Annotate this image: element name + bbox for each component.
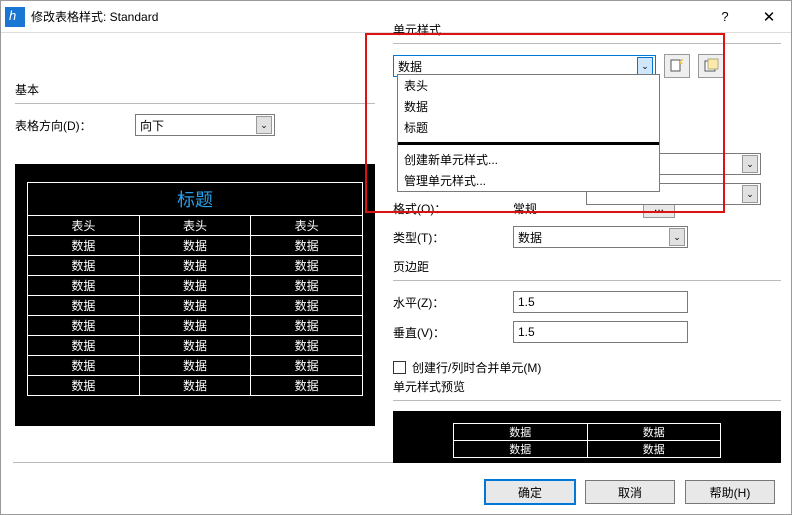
merge-cells-checkbox[interactable]: 创建行/列时合并单元(M) [393, 359, 781, 376]
preview-data-cell: 数据 [28, 316, 140, 336]
direction-value: 向下 [140, 117, 164, 134]
mini-cell: 数据 [587, 441, 721, 458]
preview-header-cell: 表头 [251, 216, 363, 236]
preview-data-cell: 数据 [139, 296, 251, 316]
basic-group: 基本 表格方向(D)： 向下 ⌄ [15, 83, 375, 144]
horiz-margin-label: 水平(Z)： [393, 294, 513, 311]
checkbox-icon [393, 361, 406, 374]
preview-data-cell: 数据 [251, 236, 363, 256]
help-button-bottom[interactable]: 帮助(H) [685, 480, 775, 504]
merge-cells-label: 创建行/列时合并单元(M) [412, 359, 541, 376]
cell-style-selected: 数据 [398, 58, 422, 75]
preview-data-cell: 数据 [28, 336, 140, 356]
preview-header-cell: 表头 [28, 216, 140, 236]
preview-header-cell: 表头 [139, 216, 251, 236]
chevron-down-icon: ⌄ [256, 116, 272, 134]
dropdown-item[interactable]: 标题 [398, 117, 659, 138]
chevron-down-icon: ⌄ [637, 57, 653, 75]
preview-data-cell: 数据 [251, 276, 363, 296]
preview-data-cell: 数据 [139, 236, 251, 256]
preview-data-cell: 数据 [251, 356, 363, 376]
dropdown-item[interactable]: 表头 [398, 75, 659, 96]
preview-data-cell: 数据 [251, 296, 363, 316]
margins-group: 页边距 水平(Z)： 垂直(V)： [393, 260, 781, 351]
preview-data-cell: 数据 [139, 256, 251, 276]
preview-data-cell: 数据 [251, 256, 363, 276]
preview-data-cell: 数据 [28, 236, 140, 256]
format-label: 格式(O)： [393, 200, 513, 217]
preview-data-cell: 数据 [28, 356, 140, 376]
preview-data-cell: 数据 [28, 376, 140, 396]
manage-cell-style-button[interactable] [698, 54, 724, 78]
cell-style-dropdown[interactable]: 表头数据标题创建新单元样式...管理单元样式... [397, 74, 660, 192]
vert-margin-input[interactable] [513, 321, 688, 343]
preview-data-cell: 数据 [139, 276, 251, 296]
cell-preview-box: 数据数据 数据数据 [393, 411, 781, 463]
dropdown-item[interactable]: 数据 [398, 96, 659, 117]
direction-label: 表格方向(D)： [15, 117, 135, 134]
type-label: 类型(T)： [393, 229, 513, 246]
sparkle-icon [669, 58, 685, 74]
type-value: 数据 [518, 229, 542, 246]
dropdown-item[interactable]: 创建新单元样式... [398, 149, 659, 170]
cancel-button[interactable]: 取消 [585, 480, 675, 504]
cell-preview-group: 单元样式预览 数据数据 数据数据 [393, 380, 781, 463]
cell-style-group-label: 单元样式 [393, 23, 441, 37]
preview-data-cell: 数据 [139, 336, 251, 356]
chevron-down-icon: ⌄ [742, 185, 758, 203]
cell-preview-label: 单元样式预览 [393, 380, 465, 394]
margins-group-label: 页边距 [393, 260, 429, 274]
preview-data-cell: 数据 [28, 296, 140, 316]
preview-data-cell: 数据 [139, 376, 251, 396]
preview-data-cell: 数据 [139, 316, 251, 336]
dropdown-item[interactable]: 管理单元样式... [398, 170, 659, 191]
table-preview: 标题表头表头表头数据数据数据数据数据数据数据数据数据数据数据数据数据数据数据数据… [15, 164, 375, 426]
type-select[interactable]: 数据 ⌄ [513, 226, 688, 248]
dropdown-separator [398, 142, 659, 145]
mini-cell: 数据 [454, 441, 588, 458]
app-icon [5, 7, 25, 27]
basic-group-label: 基本 [15, 83, 39, 97]
direction-select[interactable]: 向下 ⌄ [135, 114, 275, 136]
chevron-down-icon: ⌄ [742, 155, 758, 173]
preview-data-cell: 数据 [28, 256, 140, 276]
window-title: 修改表格样式: Standard [31, 8, 158, 25]
ok-button[interactable]: 确定 [485, 480, 575, 504]
mini-cell: 数据 [587, 424, 721, 441]
preview-data-cell: 数据 [139, 356, 251, 376]
preview-data-cell: 数据 [251, 376, 363, 396]
cell-style-group: 单元样式 数据 ⌄ 表头数据标题创建新单元样式...管理单元样式... [393, 23, 781, 78]
mini-cell: 数据 [454, 424, 588, 441]
preview-data-cell: 数据 [251, 336, 363, 356]
preview-data-cell: 数据 [28, 276, 140, 296]
new-cell-style-button[interactable] [664, 54, 690, 78]
chevron-down-icon: ⌄ [669, 228, 685, 246]
horiz-margin-input[interactable] [513, 291, 688, 313]
preview-data-cell: 数据 [251, 316, 363, 336]
stack-icon [703, 58, 719, 74]
vert-margin-label: 垂直(V)： [393, 324, 513, 341]
preview-title-cell: 标题 [28, 183, 363, 216]
